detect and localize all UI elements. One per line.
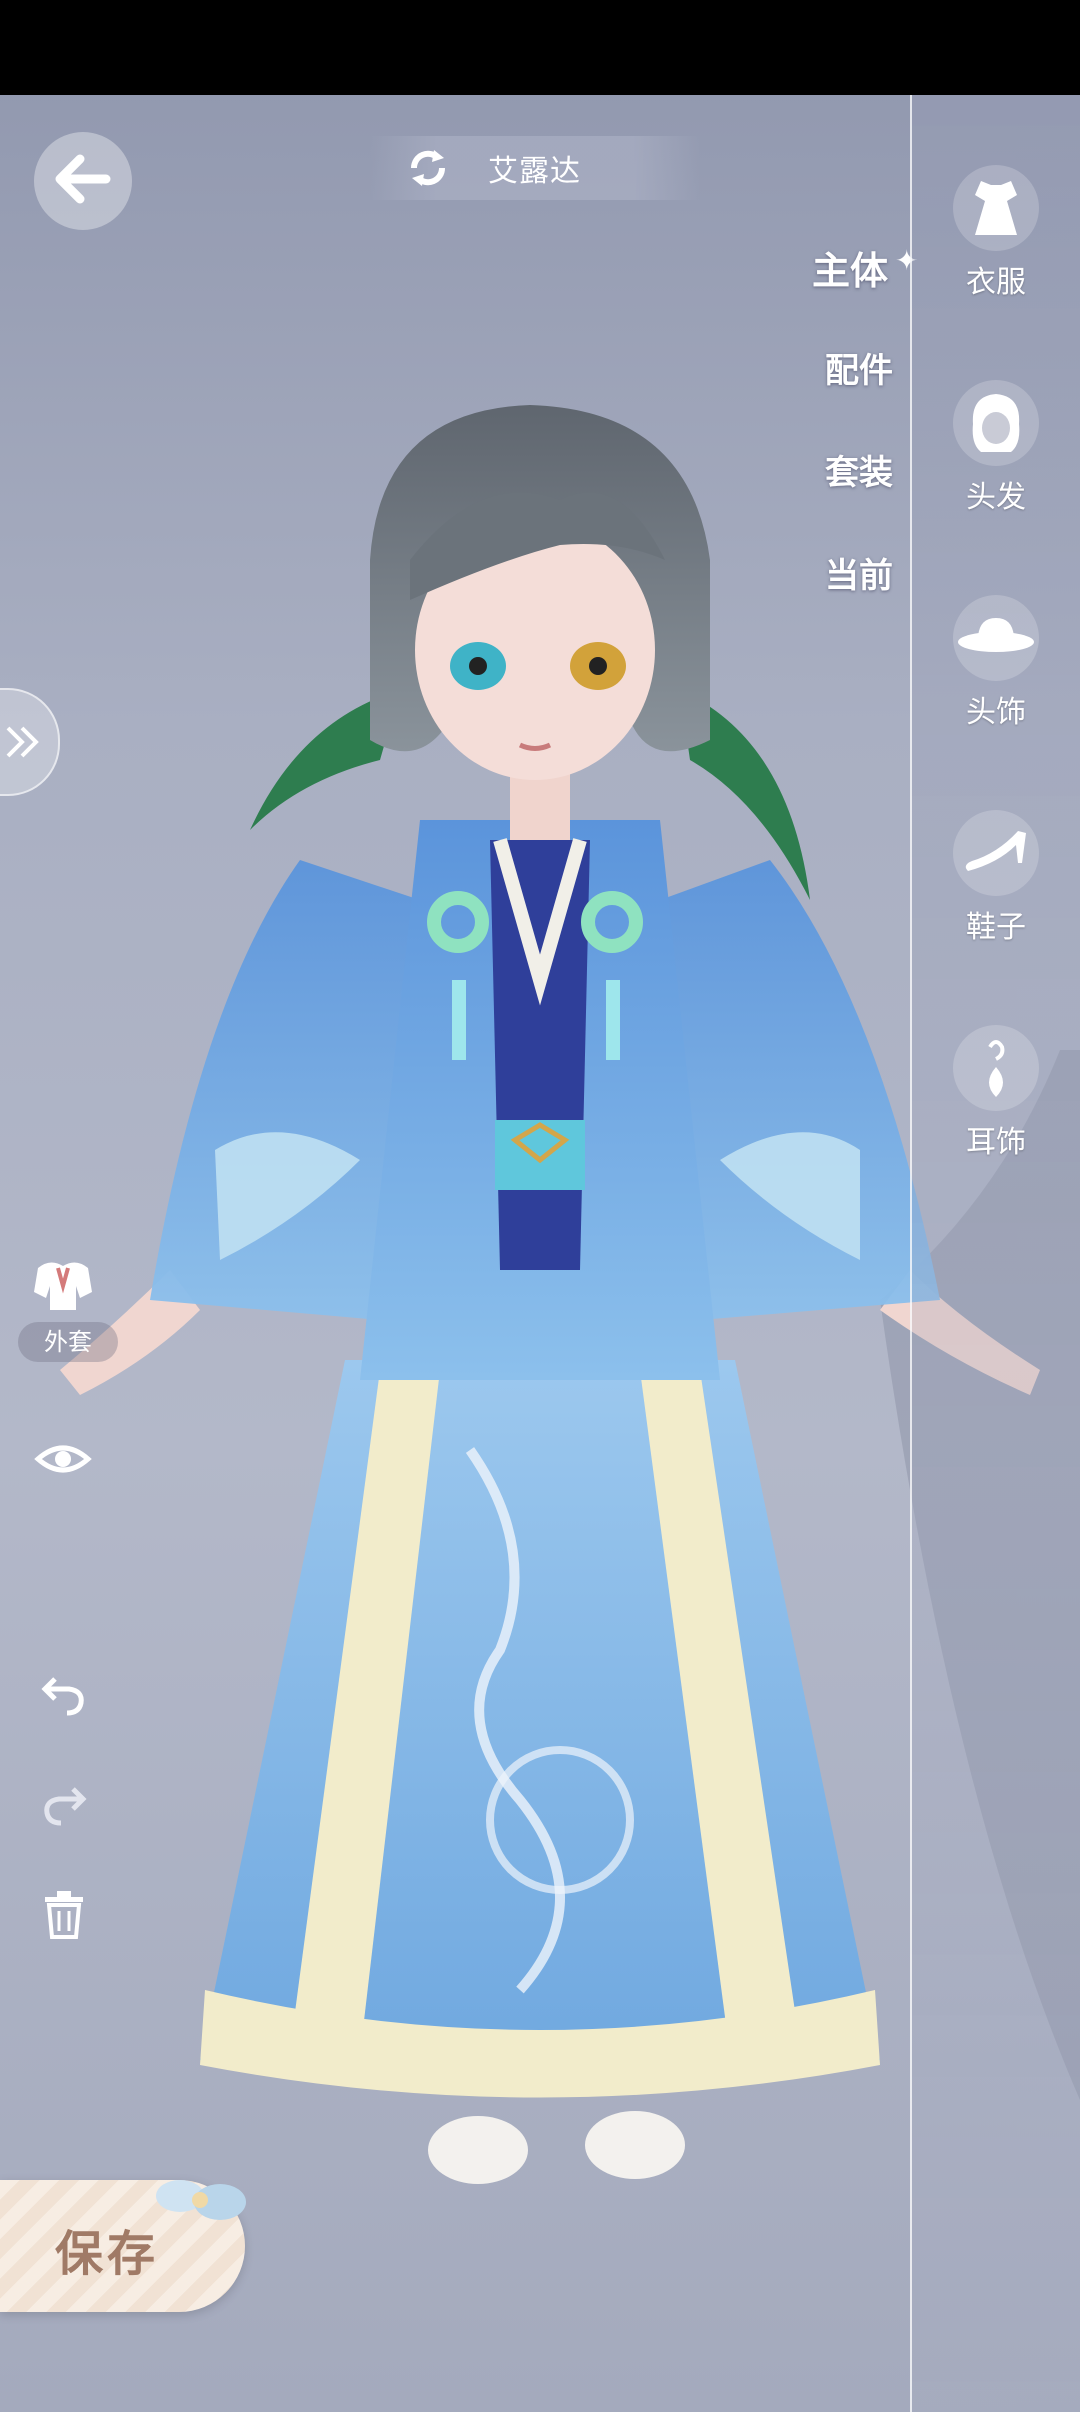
coat-label: 外套 <box>18 1322 118 1362</box>
redo-button[interactable] <box>36 1778 92 1834</box>
category-hair[interactable]: 头发 <box>912 380 1080 516</box>
tab-main[interactable]: 主体 <box>812 240 888 295</box>
character-name-bar[interactable]: 艾露达 <box>370 136 700 200</box>
earring-icon <box>953 1025 1039 1111</box>
redo-icon <box>39 1779 89 1833</box>
category-label: 头饰 <box>966 695 1026 730</box>
undo-button[interactable] <box>36 1668 92 1724</box>
eye-icon <box>34 1437 92 1485</box>
category-headwear[interactable]: 头饰 <box>912 595 1080 731</box>
tab-accessories[interactable]: 配件 <box>825 343 893 392</box>
dress-icon <box>953 165 1039 251</box>
category-panel: 衣服 头发 头饰 鞋子 耳饰 <box>910 95 1080 2412</box>
category-label: 衣服 <box>966 265 1026 300</box>
character-name: 艾露达 <box>488 154 581 189</box>
visibility-toggle-button[interactable] <box>32 1436 94 1486</box>
category-earrings[interactable]: 耳饰 <box>912 1025 1080 1161</box>
category-label: 鞋子 <box>966 910 1026 945</box>
category-label: 耳饰 <box>966 1125 1026 1160</box>
back-button[interactable] <box>34 132 132 230</box>
hair-icon <box>953 380 1039 466</box>
coat-icon <box>30 1256 96 1316</box>
undo-icon <box>39 1669 89 1723</box>
trash-icon <box>41 1889 87 1943</box>
delete-button[interactable] <box>38 1888 90 1944</box>
coat-toggle-button[interactable] <box>30 1256 96 1316</box>
arrow-left-icon <box>54 153 112 209</box>
switch-character-icon[interactable] <box>406 146 450 190</box>
hat-icon <box>953 595 1039 681</box>
tab-outfits[interactable]: 套装 <box>825 445 893 494</box>
bow-decoration-icon <box>150 2166 260 2240</box>
status-bar <box>0 0 1080 95</box>
category-clothes[interactable]: 衣服 <box>912 165 1080 301</box>
tab-current[interactable]: 当前 <box>825 548 893 597</box>
chevron-right-icon <box>4 724 44 764</box>
category-shoes[interactable]: 鞋子 <box>912 810 1080 946</box>
save-button[interactable]: 保存 <box>0 2180 246 2312</box>
category-label: 头发 <box>966 480 1026 515</box>
shoe-icon <box>953 810 1039 896</box>
save-label: 保存 <box>55 2226 160 2282</box>
